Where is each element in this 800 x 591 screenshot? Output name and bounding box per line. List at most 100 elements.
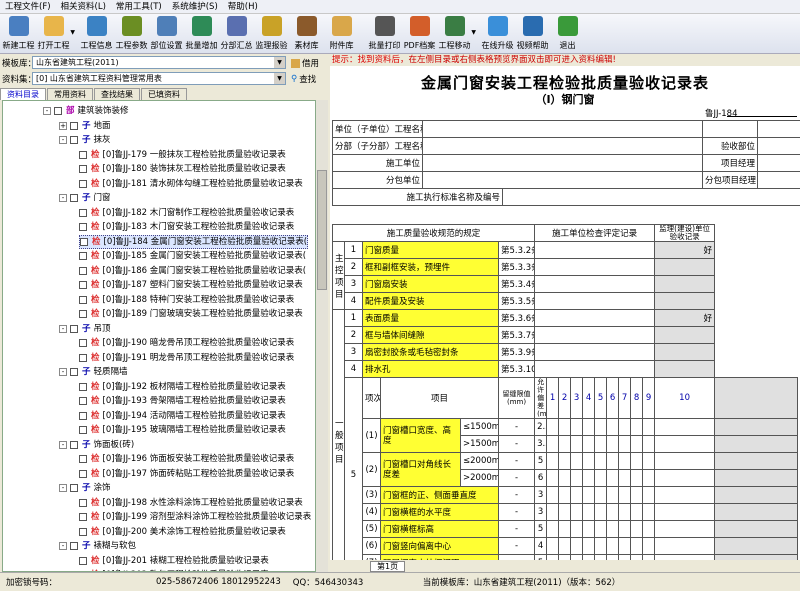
toolbar-button[interactable]: PDF档案	[402, 14, 437, 54]
toolbar-button[interactable]: 退出	[550, 14, 585, 54]
tree-checkbox[interactable]	[70, 194, 78, 202]
tree-checkbox[interactable]	[80, 237, 88, 246]
scroll-thumb[interactable]	[317, 170, 327, 290]
tree-checkbox[interactable]	[54, 107, 62, 115]
menu-item[interactable]: 系统维护(S)	[167, 0, 223, 14]
tree-checkbox[interactable]	[79, 455, 87, 463]
tree-checkbox[interactable]	[70, 121, 78, 130]
tree-node[interactable]: 检 [0]鲁JJ-181 清水砌体勾缝工程检验批质量验收记录表	[79, 177, 303, 191]
tree-checkbox[interactable]	[79, 411, 87, 420]
tree-node[interactable]: - 子抹灰	[59, 133, 111, 147]
collapse-icon[interactable]: -	[59, 484, 67, 492]
tree-checkbox[interactable]	[79, 223, 87, 231]
tree-node[interactable]: 检 [0]鲁JJ-179 一般抹灰工程检验批质量验收记录表	[79, 148, 286, 162]
tree-node[interactable]: 检 [0]鲁JJ-201 裱糊工程检验批质量验收记录表	[79, 554, 269, 568]
tree-node[interactable]: 检 [0]鲁JJ-193 骨架隔墙工程检验批质量验收记录表	[79, 394, 286, 408]
toolbar-button[interactable]: 工程参数	[114, 14, 149, 54]
tree-node[interactable]: 检 [0]鲁JJ-199 溶剂型涂料涂饰工程检验批质量验收记录表	[79, 510, 311, 524]
toolbar-button[interactable]: 新建工程	[1, 14, 36, 54]
collapse-icon[interactable]: -	[43, 107, 51, 115]
tree-checkbox[interactable]	[79, 353, 87, 362]
tree-checkbox[interactable]	[79, 426, 87, 434]
collapse-icon[interactable]: -	[59, 542, 67, 550]
tree-checkbox[interactable]	[79, 281, 87, 289]
tree-node[interactable]: 检 [0]鲁JJ-198 水性涂料涂饰工程检验批质量验收记录表	[79, 496, 303, 510]
tree-node[interactable]: 检 [0]鲁JJ-191 明龙骨吊顶工程检验批质量验收记录表	[79, 351, 294, 365]
tree-checkbox[interactable]	[79, 252, 87, 260]
collapse-icon[interactable]: -	[59, 440, 67, 449]
tab[interactable]: 查找结果	[94, 88, 140, 100]
tree-node[interactable]: 检 [0]鲁JJ-196 饰面板安装工程检验批质量验收记录表	[79, 452, 294, 466]
toolbar-button[interactable]: 素材库	[289, 14, 324, 54]
tree-checkbox[interactable]	[79, 498, 87, 507]
tree-node[interactable]: 检 [0]鲁JJ-189 门窗玻璃安装工程检验批质量验收记录表	[79, 307, 303, 321]
tree-node[interactable]: - 子轻质隔墙	[59, 365, 128, 379]
sheet-tab-1[interactable]: 第1页	[370, 560, 406, 572]
toolbar-button[interactable]: 视频帮助	[515, 14, 550, 54]
chevron-down-icon[interactable]: ▼	[274, 73, 285, 84]
tree-node[interactable]: 检 [0]鲁JJ-182 木门窗制作工程检验批质量验收记录表	[79, 206, 294, 220]
menu-item[interactable]: 帮助(H)	[223, 0, 263, 14]
tree-checkbox[interactable]	[79, 179, 87, 188]
tree-checkbox[interactable]	[70, 440, 78, 449]
tree-node[interactable]: - 子饰面板(砖)	[59, 438, 134, 452]
tree-node[interactable]: 检 [0]鲁JJ-197 饰面砖粘贴工程检验批质量验收记录表	[79, 467, 294, 481]
tree-scrollbar[interactable]	[316, 100, 328, 572]
expand-icon[interactable]: +	[59, 121, 67, 130]
template-select[interactable]: 山东省建筑工程(2011) ▼	[32, 56, 286, 69]
tree-node[interactable]: - 部建筑装饰装修	[43, 104, 129, 118]
tree-node[interactable]: 检 [0]鲁JJ-192 板材隔墙工程检验批质量验收记录表	[79, 380, 286, 394]
toolbar-button[interactable]: 批量增加	[184, 14, 219, 54]
tree-checkbox[interactable]	[70, 484, 78, 492]
tree-checkbox[interactable]	[79, 469, 87, 478]
collapse-icon[interactable]: -	[59, 368, 67, 376]
menu-item[interactable]: 相关资料(L)	[56, 0, 111, 14]
tab[interactable]: 资料目录	[0, 88, 46, 100]
tree-checkbox[interactable]	[79, 165, 87, 173]
tree-node[interactable]: 检 [0]鲁JJ-185 金属门窗安装工程检验批质量验收记录表(	[79, 249, 306, 263]
tree-checkbox[interactable]	[79, 556, 87, 565]
tree-checkbox[interactable]	[79, 266, 87, 275]
menu-item[interactable]: 工程文件(F)	[0, 0, 56, 14]
tree-checkbox[interactable]	[70, 136, 78, 144]
tree-node[interactable]: - 子裱糊与软包	[59, 539, 136, 553]
tree-checkbox[interactable]	[79, 527, 87, 536]
tree-node[interactable]: - 子涂饰	[59, 481, 111, 495]
collapse-icon[interactable]: -	[59, 136, 67, 144]
toolbar-button[interactable]: 附件库	[324, 14, 359, 54]
toolbar-button[interactable]: 工程移动 ▼	[437, 14, 476, 54]
tree-checkbox[interactable]	[79, 310, 87, 318]
tree-node[interactable]: 检 [0]鲁JJ-183 木门窗安装工程检验批质量验收记录表	[79, 220, 294, 234]
toolbar-button[interactable]: 打开工程 ▼	[36, 14, 75, 54]
tree-node[interactable]: 检 [0]鲁JJ-194 活动隔墙工程检验批质量验收记录表	[79, 409, 286, 423]
chevron-down-icon[interactable]: ▼	[274, 57, 285, 68]
dataset-select[interactable]: [0] 山东省建筑工程资料管理常用表 ▼	[32, 72, 286, 85]
tree-node[interactable]: 检 [0]鲁JJ-200 美术涂饰工程检验批质量验收记录表	[79, 525, 286, 539]
use-button[interactable]: 借用	[291, 55, 319, 71]
tree-node[interactable]: 检 [0]鲁JJ-186 金属门窗安装工程检验批质量验收记录表(	[79, 264, 306, 278]
tree-checkbox[interactable]	[79, 208, 87, 217]
chevron-down-icon[interactable]: ▼	[471, 29, 476, 36]
tree-checkbox[interactable]	[79, 295, 87, 304]
tree-node[interactable]: 检 [0]鲁JJ-195 玻璃隔墙工程检验批质量验收记录表	[79, 423, 286, 437]
tree-node[interactable]: + 子地面	[59, 119, 111, 133]
tab[interactable]: 已填资料	[141, 88, 187, 100]
tree-checkbox[interactable]	[79, 339, 87, 347]
collapse-icon[interactable]: -	[59, 194, 67, 202]
toolbar-button[interactable]: 在线升级	[480, 14, 515, 54]
tree-checkbox[interactable]	[79, 513, 87, 521]
tree-checkbox[interactable]	[79, 382, 87, 391]
tree-node[interactable]: 检 [0]鲁JJ-187 塑料门窗安装工程检验批质量验收记录表	[79, 278, 303, 292]
tree-node[interactable]: 检 [0]鲁JJ-188 特种门安装工程检验批质量验收记录表	[79, 293, 294, 307]
tree-node[interactable]: 检 [0]鲁JJ-190 暗龙骨吊顶工程检验批质量验收记录表	[79, 336, 294, 350]
collapse-icon[interactable]: -	[59, 324, 67, 333]
tree-checkbox[interactable]	[79, 397, 87, 405]
tree-node[interactable]: 检 [0]鲁JJ-180 装饰抹灰工程检验批质量验收记录表	[79, 162, 286, 176]
tab[interactable]: 常用资料	[47, 88, 93, 100]
tree-node[interactable]: - 子吊顶	[59, 322, 111, 336]
tree-checkbox[interactable]	[70, 542, 78, 550]
toolbar-button[interactable]: 批量打印	[367, 14, 402, 54]
toolbar-button[interactable]: 工程信息	[79, 14, 114, 54]
menu-item[interactable]: 常用工具(T)	[111, 0, 167, 14]
tree-checkbox[interactable]	[70, 368, 78, 376]
